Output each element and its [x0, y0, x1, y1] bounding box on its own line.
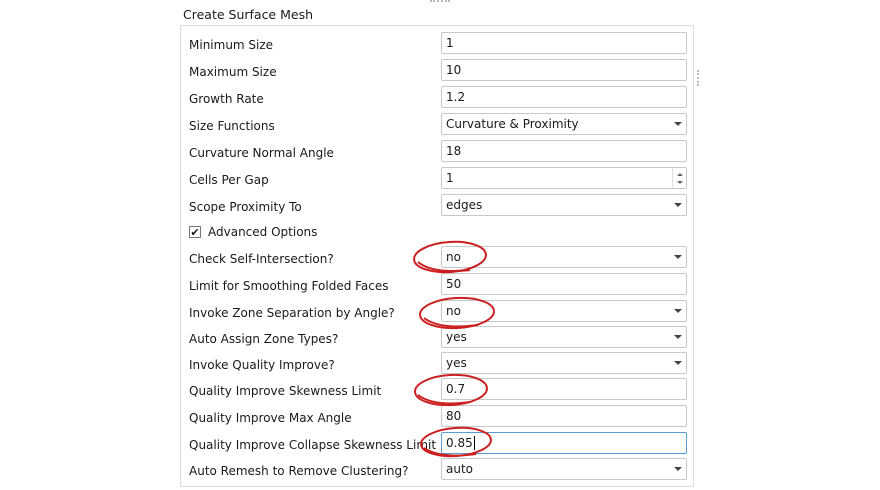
chevron-down-icon[interactable] [670, 459, 686, 479]
panel-resize-grip-top[interactable] [430, 0, 450, 4]
chevron-down-icon[interactable] [670, 247, 686, 267]
check-self-intersection-row: Check Self-Intersection? no [189, 246, 689, 272]
maximum-size-label: Maximum Size [189, 65, 277, 79]
cells-per-gap-label: Cells Per Gap [189, 173, 269, 187]
cells-per-gap-spinner[interactable]: 1 [441, 167, 687, 189]
size-functions-row: Size Functions Curvature & Proximity [189, 113, 689, 139]
smoothing-folded-faces-row: Limit for Smoothing Folded Faces 50 [189, 273, 689, 299]
advanced-options-checkbox[interactable]: ✔ [189, 226, 201, 238]
skewness-limit-label: Quality Improve Skewness Limit [189, 384, 382, 398]
skewness-limit-input[interactable]: 0.7 [441, 378, 687, 400]
create-surface-mesh-panel: Minimum Size 1 Maximum Size 10 Growth Ra… [180, 25, 694, 487]
smoothing-folded-faces-label: Limit for Smoothing Folded Faces [189, 279, 389, 293]
panel-title: Create Surface Mesh [183, 7, 314, 22]
chevron-down-icon[interactable] [670, 114, 686, 134]
skewness-limit-row: Quality Improve Skewness Limit 0.7 [189, 378, 689, 404]
auto-remesh-dropdown[interactable]: auto [441, 458, 687, 480]
growth-rate-row: Growth Rate 1.2 [189, 86, 689, 112]
cells-per-gap-row: Cells Per Gap 1 [189, 167, 689, 193]
collapse-skewness-label: Quality Improve Collapse Skewness Limit [189, 438, 437, 452]
chevron-down-icon[interactable] [670, 301, 686, 321]
curvature-normal-angle-label: Curvature Normal Angle [189, 146, 334, 160]
minimum-size-label: Minimum Size [189, 38, 274, 52]
check-self-intersection-label: Check Self-Intersection? [189, 252, 334, 266]
check-self-intersection-dropdown[interactable]: no [441, 246, 687, 268]
growth-rate-input[interactable]: 1.2 [441, 86, 687, 108]
text-cursor [473, 436, 475, 450]
scope-proximity-dropdown[interactable]: edges [441, 194, 687, 216]
auto-assign-zone-label: Auto Assign Zone Types? [189, 332, 339, 346]
invoke-quality-improve-dropdown[interactable]: yes [441, 352, 687, 374]
size-functions-label: Size Functions [189, 119, 275, 133]
zone-separation-label: Invoke Zone Separation by Angle? [189, 306, 395, 320]
size-functions-dropdown[interactable]: Curvature & Proximity [441, 113, 687, 135]
max-angle-input[interactable]: 80 [441, 405, 687, 427]
auto-remesh-row: Auto Remesh to Remove Clustering? auto [189, 458, 689, 484]
smoothing-folded-faces-input[interactable]: 50 [441, 273, 687, 295]
minimum-size-input[interactable]: 1 [441, 32, 687, 54]
max-angle-label: Quality Improve Max Angle [189, 411, 352, 425]
curvature-normal-angle-input[interactable]: 18 [441, 140, 687, 162]
growth-rate-label: Growth Rate [189, 92, 264, 106]
spinner-arrows-icon[interactable] [672, 168, 686, 188]
chevron-down-icon[interactable] [670, 353, 686, 373]
invoke-quality-improve-row: Invoke Quality Improve? yes [189, 352, 689, 378]
collapse-skewness-row: Quality Improve Collapse Skewness Limit … [189, 432, 689, 458]
minimum-size-row: Minimum Size 1 [189, 32, 689, 58]
auto-assign-zone-row: Auto Assign Zone Types? yes [189, 326, 689, 352]
maximum-size-input[interactable]: 10 [441, 59, 687, 81]
scope-proximity-row: Scope Proximity To edges [189, 194, 689, 220]
max-angle-row: Quality Improve Max Angle 80 [189, 405, 689, 431]
spin-up-icon[interactable] [676, 172, 683, 176]
checkmark-icon: ✔ [190, 225, 200, 239]
zone-separation-dropdown[interactable]: no [441, 300, 687, 322]
auto-assign-zone-dropdown[interactable]: yes [441, 326, 687, 348]
curvature-normal-angle-row: Curvature Normal Angle 18 [189, 140, 689, 166]
maximum-size-row: Maximum Size 10 [189, 59, 689, 85]
invoke-quality-improve-label: Invoke Quality Improve? [189, 358, 335, 372]
collapse-skewness-input[interactable]: 0.85 [441, 432, 687, 454]
scope-proximity-label: Scope Proximity To [189, 200, 302, 214]
panel-resize-grip-side[interactable] [697, 70, 701, 86]
zone-separation-row: Invoke Zone Separation by Angle? no [189, 300, 689, 326]
chevron-down-icon[interactable] [670, 327, 686, 347]
spin-down-icon[interactable] [676, 180, 683, 184]
advanced-options-row: ✔ Advanced Options [189, 219, 689, 245]
auto-remesh-label: Auto Remesh to Remove Clustering? [189, 464, 409, 478]
advanced-options-label[interactable]: Advanced Options [208, 225, 317, 239]
chevron-down-icon[interactable] [670, 195, 686, 215]
